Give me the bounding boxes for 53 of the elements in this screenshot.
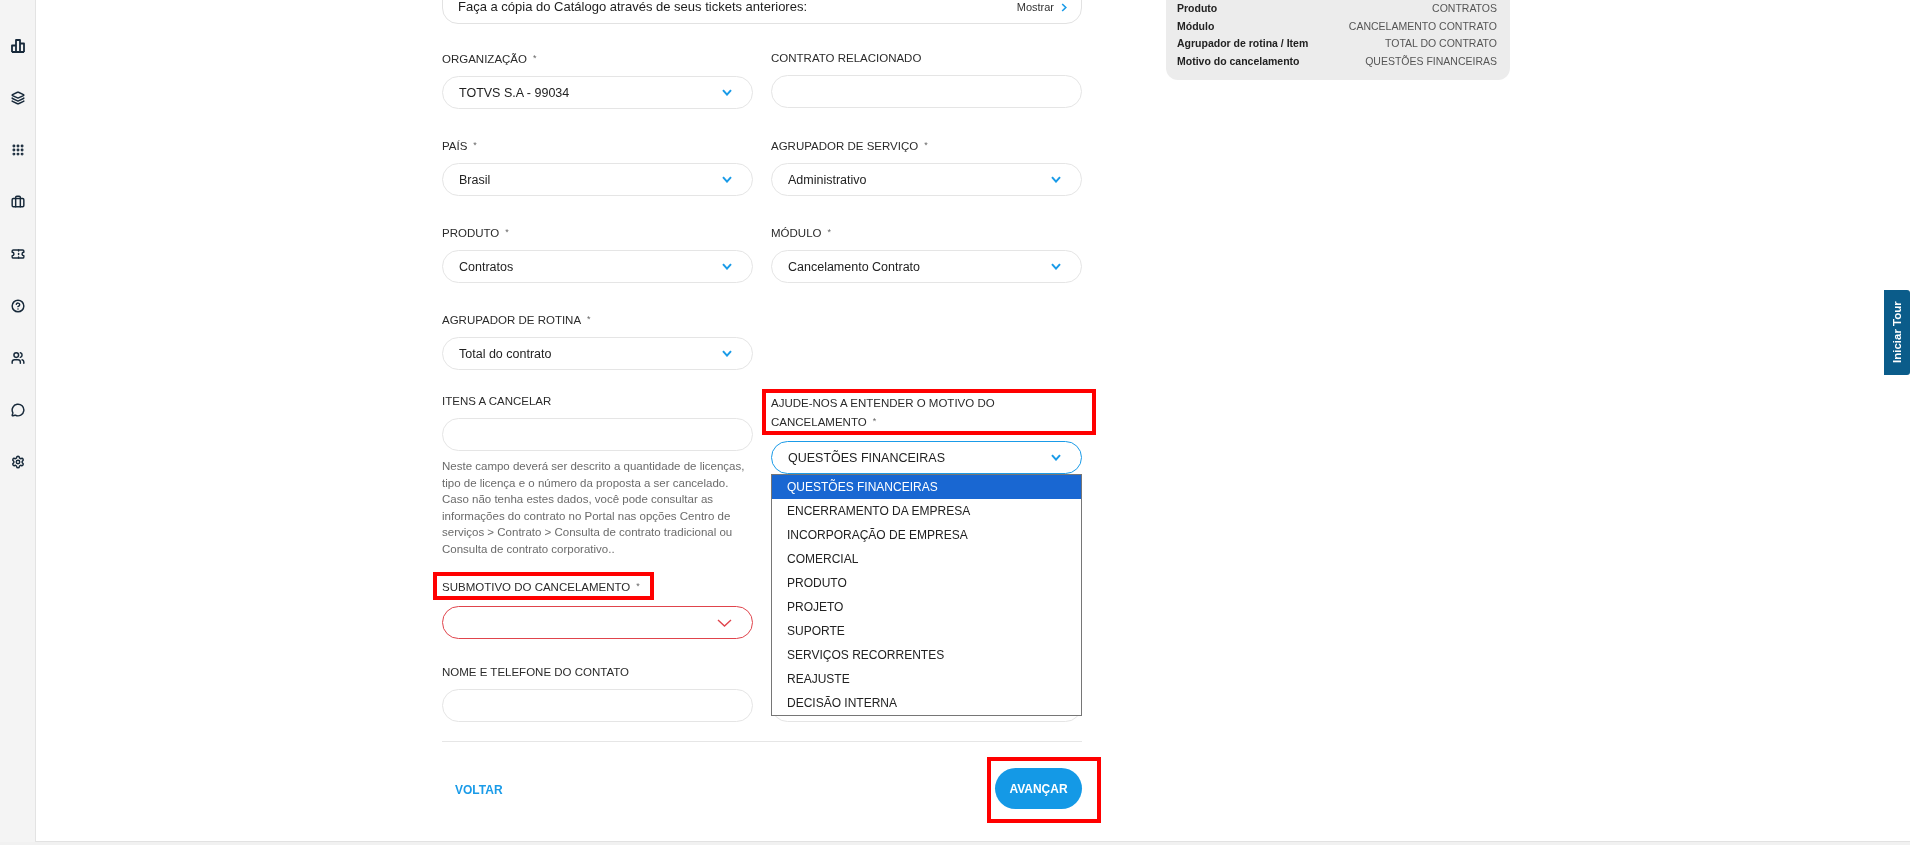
summary-label: Produto	[1177, 1, 1218, 16]
summary-label: Motivo do cancelamento	[1177, 53, 1300, 69]
select-field[interactable]: Contratos	[442, 250, 753, 283]
field-label: CONTRATO RELACIONADO	[771, 51, 923, 66]
select-field[interactable]: QUESTÕES FINANCEIRAS	[771, 441, 1082, 474]
select-field[interactable]: Brasil	[442, 163, 753, 196]
select-field[interactable]	[442, 606, 753, 639]
select-field[interactable]: Total do contrato	[442, 337, 753, 370]
summary-label: Agrupador de rotina / Item	[1177, 36, 1309, 51]
field-label: NOME E TELEFONE DO CONTATO	[442, 665, 630, 680]
select-field[interactable]: Administrativo	[771, 163, 1082, 196]
help-text: Neste campo deverá ser descrito a quantidade de licenças, tipo de licença e o número da proposta a ser cancelado. Caso não tenha estes dados, você pode consultar as informações do contrato no Portal nas opções Centro de serviços > Contrato > Consulta de contrato tradicional ou Consulta de contrato corporativo..	[442, 459, 746, 557]
input-field[interactable]	[442, 689, 753, 722]
field-label: ORGANIZAÇÃO $^{*}$	[442, 52, 538, 67]
show-link[interactable]: Mostrar	[1016, 0, 1067, 14]
grid-icon[interactable]	[10, 143, 25, 157]
chat-icon[interactable]	[10, 403, 25, 417]
chevron-down-icon	[1051, 454, 1061, 461]
field-label: AGRUPADOR DE ROTINA $^{*}$	[442, 313, 592, 328]
field-label: PRODUTO $^{*}$	[442, 226, 510, 241]
field-label: SUBMOTIVO DO CANCELAMENTO $^{*}$	[442, 580, 640, 595]
field-label: AJUDE-NOS A ENTENDER O MOTIVO DO CANCELAMENTO $^{*}$	[771, 396, 996, 430]
input-field[interactable]	[442, 418, 753, 451]
select-field[interactable]: Cancelamento Contrato	[771, 250, 1082, 283]
dropdown-option[interactable]: QUESTÕES FINANCEIRAS	[772, 475, 1081, 499]
settings-icon[interactable]	[10, 455, 25, 469]
summary-value: TOTAL DO CONTRATO	[1385, 36, 1497, 51]
chevron-down-icon	[717, 618, 732, 627]
chevron-right-icon	[1061, 2, 1067, 12]
field-label: AGRUPADOR DE SERVIÇO $^{*}$	[771, 139, 929, 154]
users-icon[interactable]	[10, 351, 25, 365]
tour-tab[interactable]: Iniciar Tour	[1884, 290, 1910, 375]
briefcase-icon[interactable]	[10, 195, 25, 209]
summary-label: Módulo	[1177, 18, 1215, 34]
field-label: MÓDULO $^{*}$	[771, 226, 832, 241]
chevron-down-icon	[722, 176, 732, 183]
summary-value: CANCELAMENTO CONTRATO	[1348, 18, 1497, 34]
help-icon[interactable]	[10, 299, 25, 313]
chevron-down-icon	[722, 89, 732, 96]
select-field[interactable]: TOTVS S.A - 99034	[442, 76, 753, 109]
chevron-down-icon	[722, 263, 732, 270]
layers-icon[interactable]	[10, 91, 25, 105]
chevron-down-icon	[1051, 176, 1061, 183]
field-label: ITENS A CANCELAR	[442, 394, 553, 409]
banner-text: Faça a cópia do Catálogo através de seus tickets anteriores:	[458, 0, 808, 14]
summary-value: CONTRATOS	[1432, 1, 1497, 16]
bar-chart-icon[interactable]	[10, 39, 25, 53]
input-field[interactable]	[771, 75, 1082, 108]
ticket-icon[interactable]	[10, 247, 25, 261]
summary-value: QUESTÕES FINANCEIRAS	[1365, 53, 1497, 69]
chevron-down-icon	[1051, 263, 1061, 270]
field-label: PAÍS $^{*}$	[442, 139, 478, 154]
chevron-down-icon	[722, 350, 732, 357]
